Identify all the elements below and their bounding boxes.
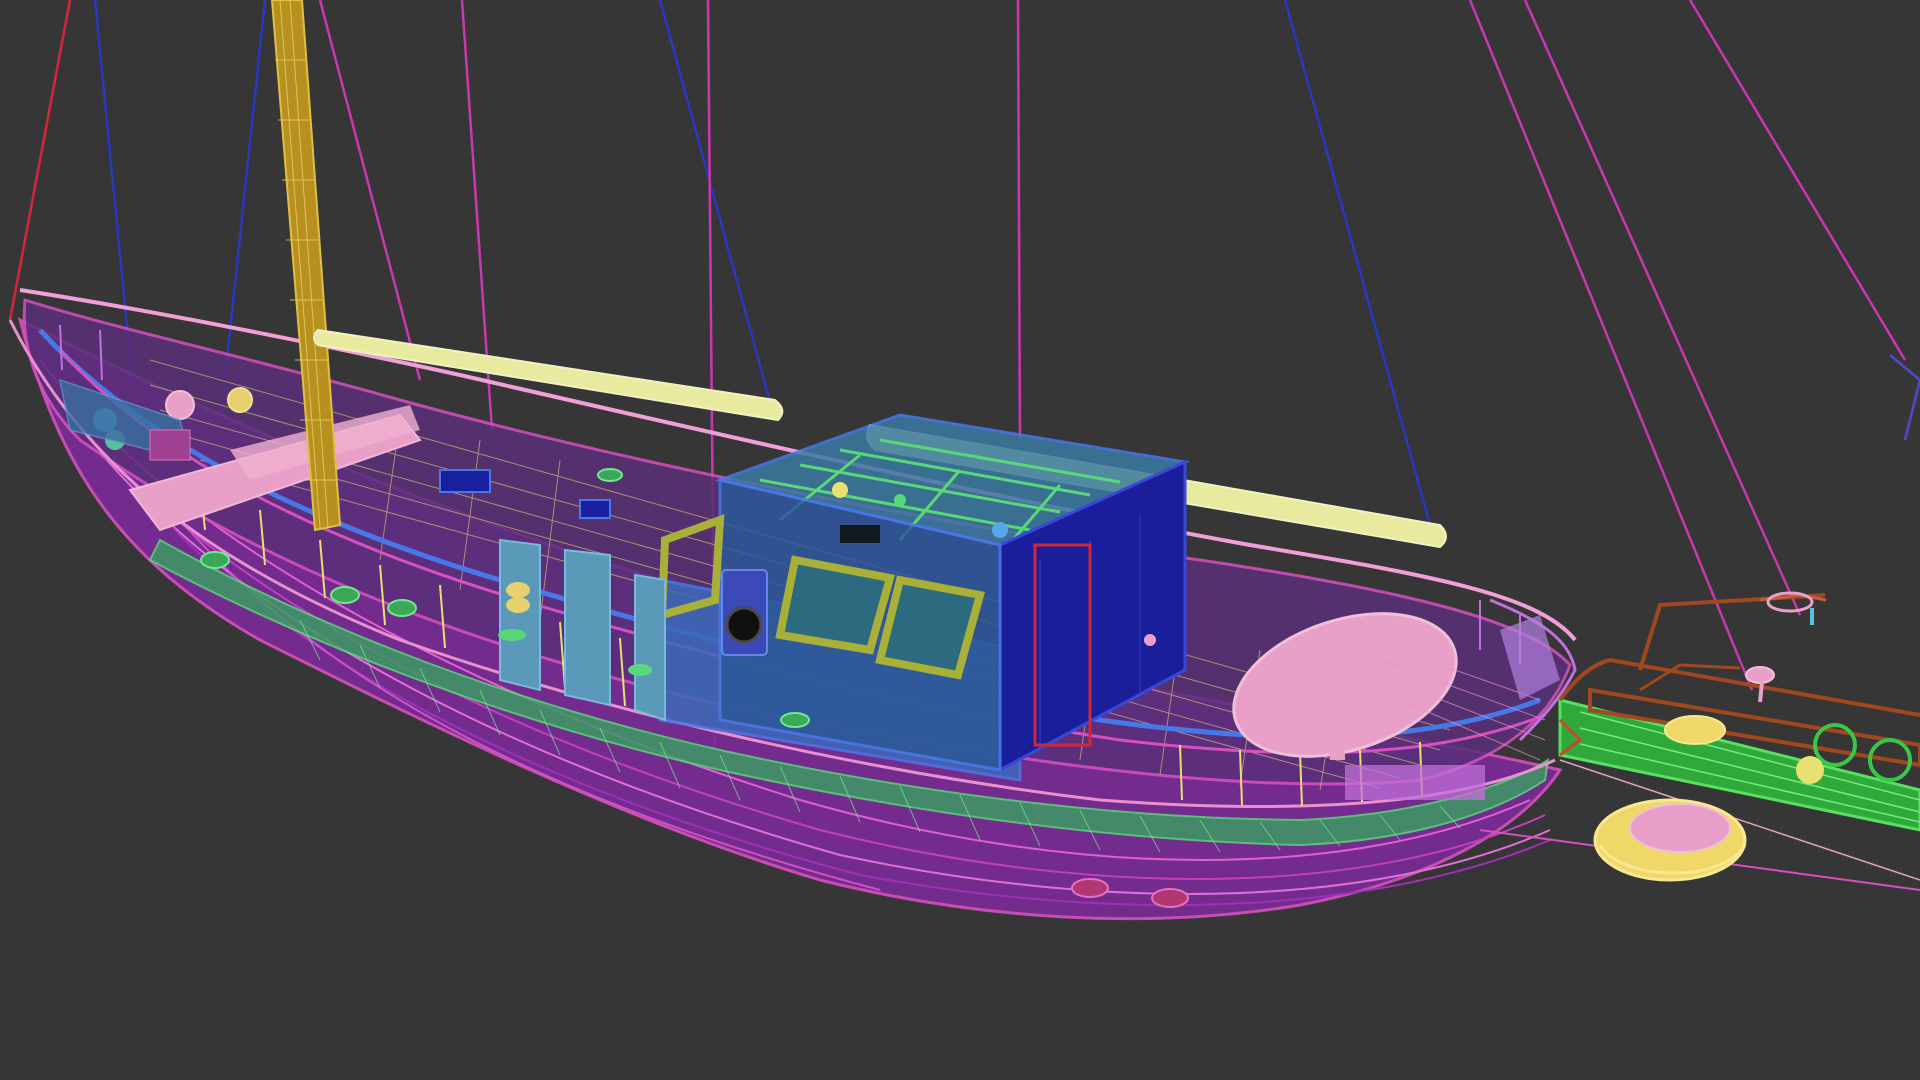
backstay-magenta-1 (1468, 0, 1754, 691)
3d-viewport[interactable] (0, 0, 1920, 1080)
stay-magenta-4 (1016, 0, 1022, 441)
backstay-magenta-3 (1688, 0, 1907, 361)
window-1 (775, 555, 896, 655)
backstay-blue (1283, 0, 1432, 526)
backstay-magenta-2 (1523, 0, 1802, 616)
stay-blue-3 (658, 0, 777, 421)
stern-stay-blue (1889, 354, 1920, 441)
window-2 (875, 575, 986, 680)
wireframe-scene (8, 0, 1920, 921)
forestay-red (8, 0, 72, 321)
shroud-magenta-1 (318, 0, 422, 381)
